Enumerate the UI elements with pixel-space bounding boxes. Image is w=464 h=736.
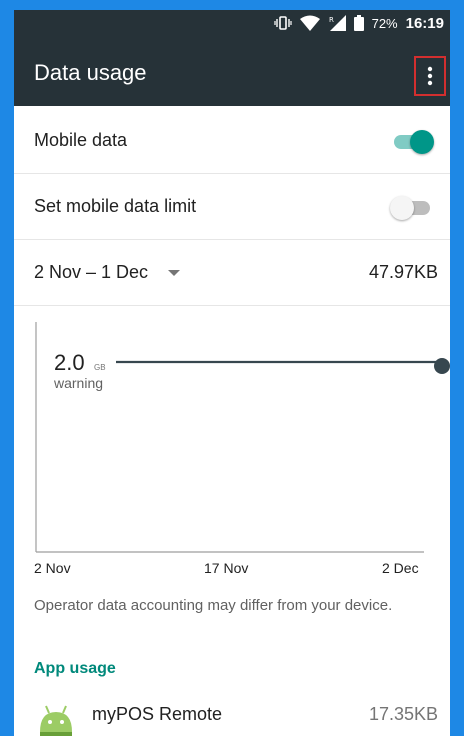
- cycle-total: 47.97KB: [368, 262, 438, 282]
- x-tick-start: 2 Nov: [34, 560, 71, 576]
- app-size: 17.35KB: [368, 704, 438, 724]
- app-bar: R 72% 16:19 Data usage: [14, 10, 450, 106]
- mobile-data-row[interactable]: Mobile data: [14, 108, 450, 174]
- warning-value: 2.0: [54, 350, 85, 375]
- status-bar: R 72% 16:19: [14, 10, 450, 36]
- app-usage-header: App usage: [34, 660, 116, 677]
- cycle-range: 2 Nov – 1 Dec: [34, 262, 149, 282]
- page-title: Data usage: [34, 60, 147, 85]
- app-row-mypos-remote[interactable]: myPOS Remote 17.35KB: [14, 694, 450, 736]
- svg-text:R: R: [329, 16, 334, 24]
- usage-chart: 2.0 GB warning 2 Nov 17 Nov 2 Dec: [14, 306, 450, 596]
- vibrate-icon: [273, 15, 292, 31]
- usage-chart-svg: 2.0 GB warning 2 Nov 17 Nov 2 Dec: [34, 322, 450, 576]
- app-name: myPOS Remote: [92, 704, 223, 724]
- warning-unit: GB: [94, 363, 106, 372]
- operator-note: Operator data accounting may differ from…: [34, 597, 393, 614]
- cell-signal-icon: R: [328, 15, 346, 31]
- clock: 16:19: [405, 14, 444, 32]
- data-limit-switch[interactable]: [390, 196, 434, 220]
- cycle-dropdown[interactable]: 2 Nov – 1 Dec: [34, 262, 181, 283]
- x-tick-mid: 17 Nov: [204, 560, 248, 576]
- more-vert-icon: [427, 66, 433, 86]
- frame-left: [0, 0, 14, 736]
- battery-icon: [353, 15, 364, 31]
- frame-right: [450, 0, 464, 736]
- battery-percent: 72%: [371, 15, 398, 31]
- warning-label: warning: [53, 375, 103, 391]
- mobile-data-switch[interactable]: [390, 130, 434, 154]
- android-app-icon: [40, 705, 72, 736]
- wifi-icon: [299, 15, 320, 31]
- cycle-row: 2 Nov – 1 Dec 47.97KB: [14, 240, 450, 306]
- mobile-data-label: Mobile data: [34, 130, 128, 150]
- switch-thumb: [410, 130, 434, 154]
- overflow-menu-button[interactable]: [414, 56, 446, 96]
- frame-top: [0, 0, 464, 10]
- data-limit-label: Set mobile data limit: [34, 196, 197, 216]
- data-limit-row[interactable]: Set mobile data limit: [14, 174, 450, 240]
- switch-thumb: [390, 196, 414, 220]
- content: Mobile data Set mobile data limit 2 Nov …: [14, 106, 450, 736]
- warning-handle[interactable]: [434, 358, 450, 374]
- x-tick-end: 2 Dec: [382, 560, 419, 576]
- dropdown-arrow-icon: [168, 270, 181, 277]
